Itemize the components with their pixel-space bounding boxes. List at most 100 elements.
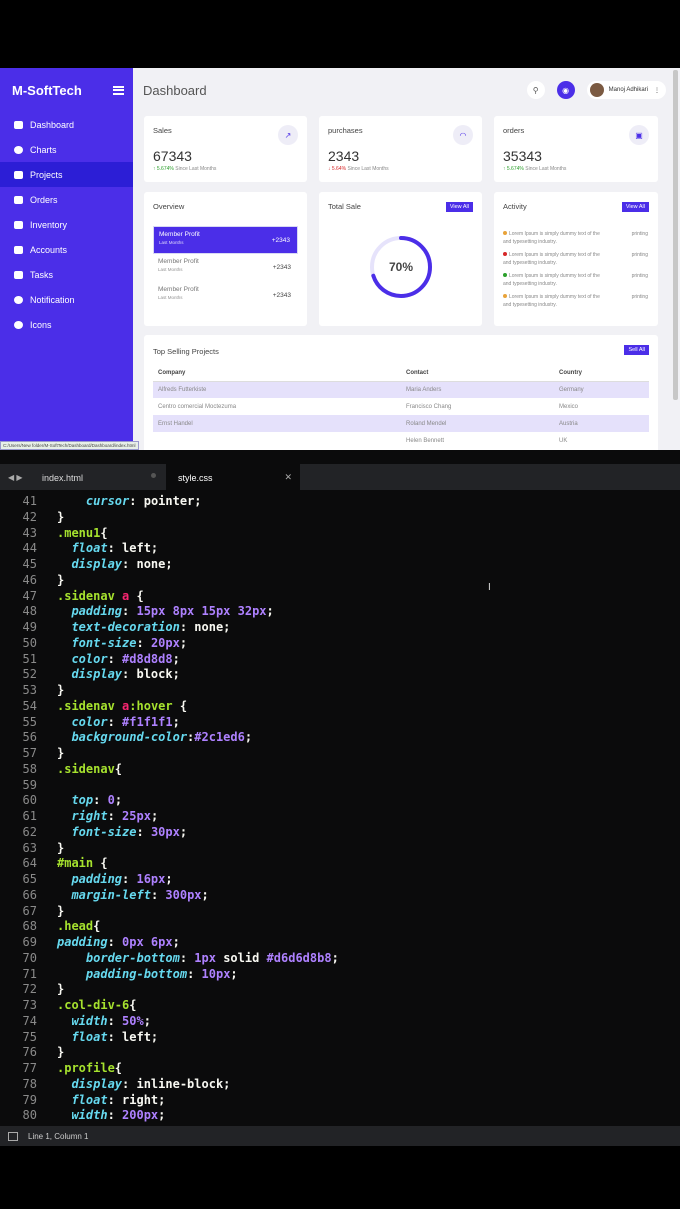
code-line[interactable]: 58 .sidenav{ bbox=[0, 762, 680, 778]
line-number: 72 bbox=[22, 982, 37, 997]
code-line[interactable]: 65 padding: 16px; bbox=[0, 872, 680, 888]
search-icon: ⚲ bbox=[532, 85, 539, 95]
line-number: 52 bbox=[22, 667, 37, 682]
code-line[interactable]: 64 #main { bbox=[0, 856, 680, 872]
code-line[interactable]: 77 .profile{ bbox=[0, 1061, 680, 1077]
search-button[interactable]: ⚲ bbox=[526, 81, 545, 99]
sidebar-nav: Dashboard Charts Projects Orders Inventory Ac… bbox=[0, 112, 133, 337]
code-editor: ◀ ▶ index.html style.css ✕ 41 cursor: po… bbox=[0, 450, 680, 1145]
sidebar-item-tasks[interactable]: Tasks bbox=[0, 262, 133, 287]
notification-button[interactable]: ◉ bbox=[556, 81, 575, 99]
code-line[interactable]: 70 border-bottom: 1px solid #d6d6d8b8; bbox=[0, 951, 680, 967]
sidebar-item-inventory[interactable]: Inventory bbox=[0, 212, 133, 237]
code-line[interactable]: 67} bbox=[0, 904, 680, 920]
code-line[interactable]: 71 padding-bottom: 10px; bbox=[0, 967, 680, 983]
close-icon[interactable]: ✕ bbox=[284, 472, 292, 483]
code-line[interactable]: 51 color: #d8d8d8; bbox=[0, 652, 680, 668]
code-line[interactable]: 50 font-size: 20px; bbox=[0, 636, 680, 652]
code-line[interactable]: 61 right: 25px; bbox=[0, 809, 680, 825]
code-line[interactable]: 69 padding: 0px 6px; bbox=[0, 935, 680, 951]
table-row[interactable]: Centro comercial Moctezuma Francisco Chan… bbox=[153, 398, 649, 415]
code-line[interactable]: 79 float: right; bbox=[0, 1093, 680, 1109]
sell-all-button[interactable]: Sell All bbox=[624, 345, 649, 355]
line-number: 77 bbox=[22, 1061, 37, 1075]
user-profile[interactable]: Manoj Adhikari ⋮ bbox=[586, 81, 666, 99]
overview-item[interactable]: Member Profit Last Months +2343 bbox=[153, 282, 298, 310]
code-line[interactable]: 73 .col-div-6{ bbox=[0, 998, 680, 1014]
table-row[interactable]: Helen Bennett UK bbox=[153, 432, 649, 449]
top-selling-projects-card: Top Selling Projects Sell All Company Con… bbox=[144, 335, 658, 450]
avatar bbox=[589, 83, 604, 97]
code-line[interactable]: 80 width: 200px; bbox=[0, 1108, 680, 1124]
code-line[interactable]: 66 margin-left: 300px; bbox=[0, 888, 680, 904]
table-row[interactable]: Ernst Handel Roland Mendel Austria bbox=[153, 415, 649, 432]
code-line[interactable]: 53} bbox=[0, 683, 680, 699]
code-line[interactable]: 72} bbox=[0, 982, 680, 998]
line-text: display: none; bbox=[71, 557, 173, 571]
code-line[interactable]: 63} bbox=[0, 841, 680, 857]
column-header[interactable]: Country bbox=[554, 365, 649, 382]
code-line[interactable]: 49 text-decoration: none; bbox=[0, 620, 680, 636]
list-icon bbox=[14, 170, 23, 179]
code-line[interactable]: 47 .sidenav a { bbox=[0, 589, 680, 605]
trend-icon[interactable]: ↗ bbox=[278, 125, 298, 145]
brand: M-SoftTech bbox=[0, 68, 133, 112]
code-line[interactable]: 55 color: #f1f1f1; bbox=[0, 715, 680, 731]
code-line[interactable]: 68 .head{ bbox=[0, 919, 680, 935]
sidebar-item-label: Inventory bbox=[30, 219, 68, 230]
sidebar-item-accounts[interactable]: Accounts bbox=[0, 237, 133, 262]
hamburger-menu-icon[interactable] bbox=[113, 85, 124, 95]
tab-index-html[interactable]: index.html bbox=[30, 464, 166, 490]
code-line[interactable]: 56 background-color:#2c1ed6; bbox=[0, 730, 680, 746]
tab-nav-arrows-icon[interactable]: ◀ ▶ bbox=[8, 473, 23, 482]
line-text: } bbox=[57, 982, 65, 997]
code-line[interactable]: 57} bbox=[0, 746, 680, 762]
code-area[interactable]: 41 cursor: pointer; 42} 43 .menu1{44 float:… bbox=[0, 494, 680, 1124]
spinner-icon[interactable]: ◠ bbox=[453, 125, 473, 145]
sidebar-item-charts[interactable]: Charts bbox=[0, 137, 133, 162]
code-line[interactable]: 44 float: left; bbox=[0, 541, 680, 557]
line-text: background-color:#2c1ed6; bbox=[71, 730, 253, 745]
code-line[interactable]: 41 cursor: pointer; bbox=[0, 494, 680, 510]
sidebar-item-icons[interactable]: Icons bbox=[0, 312, 133, 337]
browser-scrollbar[interactable] bbox=[673, 70, 678, 400]
code-line[interactable]: 45 display: none; bbox=[0, 557, 680, 573]
sidebar-item-dashboard[interactable]: Dashboard bbox=[0, 112, 133, 137]
line-number: 56 bbox=[22, 730, 37, 745]
code-line[interactable]: 59 bbox=[0, 778, 680, 794]
activity-text: Lorem Ipsum is simply dummy text of the bbox=[509, 252, 600, 258]
code-line[interactable]: 43 .menu1{ bbox=[0, 526, 680, 542]
table-row[interactable]: Alfreds Futterkiste Maria Anders Germany bbox=[153, 381, 649, 398]
line-text: .col-div-6{ bbox=[57, 998, 137, 1012]
code-line[interactable]: 46} bbox=[0, 573, 680, 589]
code-line[interactable]: 48 padding: 15px 8px 15px 32px; bbox=[0, 604, 680, 620]
line-number: 60 bbox=[22, 793, 37, 808]
line-text: .sidenav a { bbox=[57, 588, 144, 603]
code-line[interactable]: 62 font-size: 30px; bbox=[0, 825, 680, 841]
code-line[interactable]: 78 display: inline-block; bbox=[0, 1077, 680, 1093]
code-line[interactable]: 54 .sidenav a:hover { bbox=[0, 699, 680, 715]
code-line[interactable]: 60 top: 0; bbox=[0, 793, 680, 809]
sidebar-item-notification[interactable]: Notification bbox=[0, 287, 133, 312]
line-number: 59 bbox=[22, 777, 37, 792]
sidebar-item-projects[interactable]: Projects bbox=[0, 162, 133, 187]
code-line[interactable]: 52 display: block; bbox=[0, 667, 680, 683]
code-line[interactable]: 74 width: 50%; bbox=[0, 1014, 680, 1030]
panel-toggle-icon[interactable] bbox=[8, 1131, 18, 1141]
line-text: } bbox=[57, 746, 65, 760]
overview-item[interactable]: Member Profit Last Months +2343 bbox=[153, 226, 298, 254]
line-number: 54 bbox=[22, 698, 37, 713]
tab-style-css[interactable]: style.css ✕ bbox=[166, 464, 300, 490]
circle-icon bbox=[14, 320, 23, 329]
column-header[interactable]: Company bbox=[153, 365, 401, 382]
sidebar-item-label: Notification bbox=[30, 294, 75, 305]
activity-view-all-button[interactable]: View All bbox=[621, 202, 649, 212]
code-line[interactable]: 75 float: left; bbox=[0, 1030, 680, 1046]
sidebar-item-orders[interactable]: Orders bbox=[0, 187, 133, 212]
code-line[interactable]: 76} bbox=[0, 1045, 680, 1061]
code-line[interactable]: 42} bbox=[0, 510, 680, 526]
overview-item[interactable]: Member Profit Last Months +2343 bbox=[153, 254, 298, 282]
bag-icon[interactable]: ▣ bbox=[629, 125, 649, 145]
total-sale-view-all-button[interactable]: View All bbox=[445, 202, 473, 212]
column-header[interactable]: Contact bbox=[401, 365, 554, 382]
